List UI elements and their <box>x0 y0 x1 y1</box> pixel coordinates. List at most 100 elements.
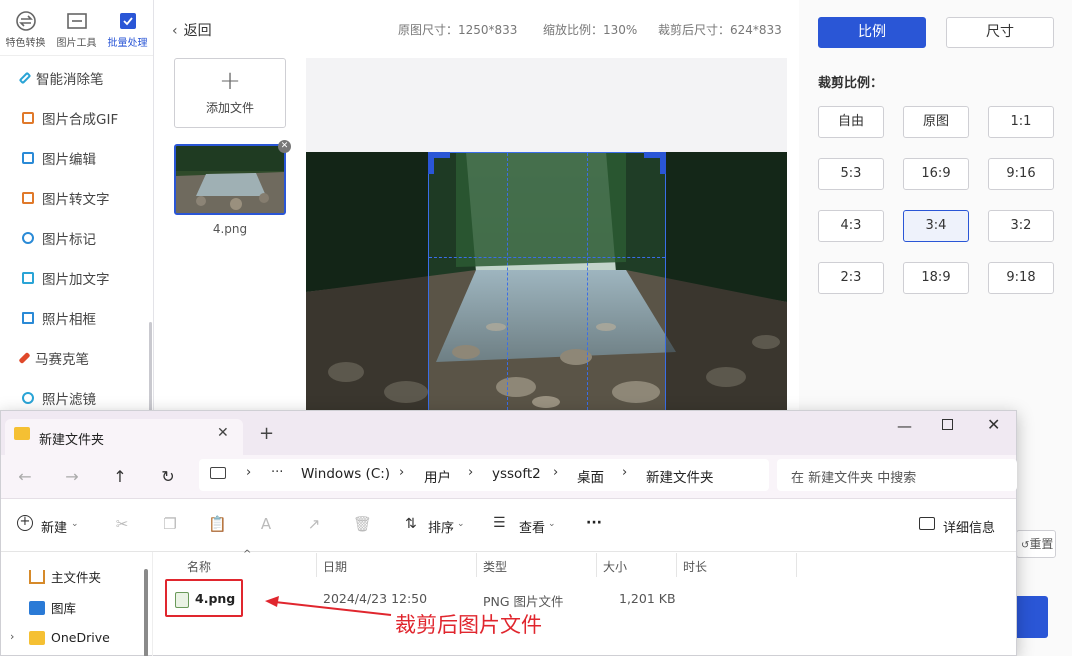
copy-icon[interactable]: ❐ <box>161 515 179 533</box>
ratio-9-16-button[interactable]: 9:16 <box>988 158 1054 190</box>
filter-icon <box>22 392 34 404</box>
batch-icon <box>119 13 136 29</box>
maximize-icon[interactable] <box>942 419 953 430</box>
ratio-3-2-button[interactable]: 3:2 <box>988 210 1054 242</box>
breadcrumb-ellipsis[interactable]: ··· <box>271 465 283 480</box>
paste-icon[interactable]: 📋 <box>208 515 227 533</box>
ratio-9-18-button[interactable]: 9:18 <box>988 262 1054 294</box>
nav-item-label: 图库 <box>51 601 77 616</box>
view-button[interactable]: 查看 <box>519 517 545 536</box>
add-file-label: 添加文件 <box>205 101 254 115</box>
delete-icon[interactable]: 🗑 <box>353 515 372 533</box>
plus-circle-icon: + <box>17 515 33 531</box>
nav-item-gallery[interactable]: 图库 <box>29 598 76 617</box>
original-size-text: 原图尺寸：1250*833 <box>398 23 518 37</box>
breadcrumb-item[interactable]: 用户 <box>424 466 451 486</box>
column-divider <box>676 553 677 577</box>
breadcrumb-item[interactable]: 新建文件夹 <box>646 466 714 486</box>
column-header-name[interactable]: 名称 <box>187 558 211 575</box>
close-tab-icon[interactable]: ✕ <box>217 425 229 441</box>
close-window-icon[interactable]: ✕ <box>987 415 1000 434</box>
ratio-free-button[interactable]: 自由 <box>818 106 884 138</box>
tab-image-tools[interactable]: 图片工具 <box>51 0 102 55</box>
sidebar-item-eraser[interactable]: 智能消除笔 <box>0 58 153 98</box>
ratio-4-3-button[interactable]: 4:3 <box>818 210 884 242</box>
chevron-down-icon: ⌄ <box>71 519 79 529</box>
back-arrow-icon[interactable]: ← <box>15 467 35 486</box>
sidebar-item-label: 图片标记 <box>42 232 96 248</box>
ratio-original-button[interactable]: 原图 <box>903 106 969 138</box>
column-header-size[interactable]: 大小 <box>603 558 627 575</box>
chevron-right-icon[interactable]: › <box>10 630 14 643</box>
rename-icon[interactable]: A <box>257 515 275 533</box>
nav-item-onedrive[interactable]: OneDrive <box>29 630 110 645</box>
crop-grid-line <box>507 153 508 410</box>
nav-item-home[interactable]: 主文件夹 <box>29 567 101 586</box>
sort-arrow-icon: ^ <box>243 549 252 560</box>
tab-special-convert[interactable]: 特色转换 <box>0 0 51 55</box>
column-header-type[interactable]: 类型 <box>483 558 507 575</box>
thumbnail-filename: 4.png <box>212 222 248 236</box>
ratio-2-3-button[interactable]: 2:3 <box>818 262 884 294</box>
breadcrumb-separator: › <box>246 465 252 480</box>
sidebar-item-add-text[interactable]: 图片加文字 <box>0 258 153 298</box>
ratio-5-3-button[interactable]: 5:3 <box>818 158 884 190</box>
confirm-button[interactable] <box>1016 596 1048 638</box>
sidebar-item-label: 图片加文字 <box>42 272 110 288</box>
sidebar-item-gif[interactable]: 图片合成GIF <box>0 98 153 138</box>
breadcrumb-item[interactable]: 桌面 <box>577 466 604 486</box>
ratio-16-9-button[interactable]: 16:9 <box>903 158 969 190</box>
forward-arrow-icon[interactable]: → <box>62 467 82 486</box>
new-tab-icon[interactable]: + <box>259 423 274 444</box>
more-options-button[interactable]: ··· <box>586 515 602 531</box>
sidebar-item-label: 智能消除笔 <box>36 72 104 88</box>
explorer-tab[interactable]: 新建文件夹 <box>5 419 243 455</box>
new-button[interactable]: 新建 <box>41 517 67 536</box>
sidebar-item-mosaic[interactable]: 马赛克笔 <box>0 338 153 378</box>
sidebar-item-marker[interactable]: 图片标记 <box>0 218 153 258</box>
sidebar-item-frame[interactable]: 照片相框 <box>0 298 153 338</box>
sidebar-item-edit[interactable]: 图片编辑 <box>0 138 153 178</box>
sort-button[interactable]: 排序 <box>428 517 454 536</box>
refresh-icon[interactable]: ↻ <box>158 467 178 486</box>
nav-item-label: OneDrive <box>51 630 110 645</box>
column-header-date[interactable]: 日期 <box>323 558 347 575</box>
share-icon[interactable]: ↗ <box>305 515 323 533</box>
eraser-pen-icon <box>18 71 32 85</box>
crop-handle-top-right-v[interactable] <box>660 152 666 174</box>
frame-icon <box>22 312 34 324</box>
close-icon[interactable]: ✕ <box>278 140 291 153</box>
folder-icon <box>29 630 45 645</box>
up-arrow-icon[interactable]: ↑ <box>110 467 130 486</box>
monitor-icon <box>210 467 226 479</box>
mosaic-pen-icon <box>18 351 31 365</box>
minimize-icon[interactable]: — <box>897 417 912 435</box>
tab-batch-process[interactable]: 批量处理 <box>102 0 153 55</box>
ratio-3-4-button[interactable]: 3:4 <box>903 210 969 242</box>
sidebar-item-ocr[interactable]: 图片转文字 <box>0 178 153 218</box>
ratio-1-1-button[interactable]: 1:1 <box>988 106 1054 138</box>
folder-icon <box>14 427 30 440</box>
add-file-button[interactable]: + 添加文件 <box>174 58 286 128</box>
file-highlight-box <box>165 579 243 617</box>
ratio-18-9-button[interactable]: 18:9 <box>903 262 969 294</box>
back-link[interactable]: ‹ 返回 <box>172 20 212 40</box>
tab-size[interactable]: 尺寸 <box>946 17 1054 48</box>
nav-item-label: 主文件夹 <box>51 570 102 585</box>
breadcrumb-item[interactable]: Windows (C:) <box>301 466 390 482</box>
annotation-arrow <box>265 596 392 616</box>
crop-grid-line <box>429 257 665 258</box>
reset-button[interactable]: ↺重置 <box>1016 530 1056 558</box>
crop-box[interactable] <box>428 152 666 411</box>
crop-mask-left <box>306 152 428 411</box>
nav-scrollbar[interactable] <box>144 569 148 656</box>
column-header-duration[interactable]: 时长 <box>683 558 707 575</box>
details-button[interactable]: 详细信息 <box>943 517 995 536</box>
breadcrumb-item[interactable]: yssoft2 <box>492 466 541 482</box>
cut-icon[interactable]: ✂ <box>113 515 131 533</box>
tab-ratio[interactable]: 比例 <box>818 17 926 48</box>
search-input[interactable]: 在 新建文件夹 中搜索 <box>777 459 1017 491</box>
file-thumbnail[interactable] <box>174 144 286 215</box>
crop-handle-top-left-v[interactable] <box>428 152 434 174</box>
sidebar-scrollbar[interactable] <box>149 322 152 412</box>
